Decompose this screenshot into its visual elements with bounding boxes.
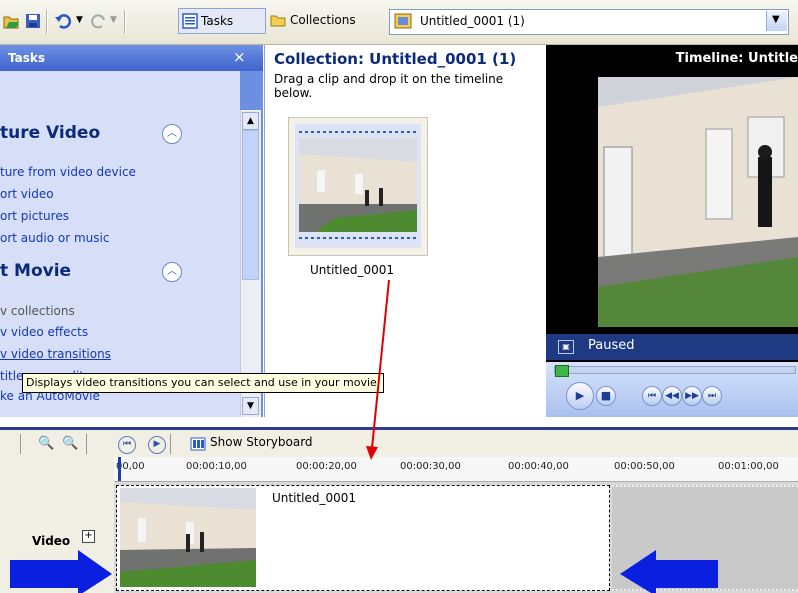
blue-arrow-left-marker: [10, 550, 112, 593]
annotation-overlay: [10, 279, 718, 593]
blue-arrow-right-marker: [620, 550, 718, 593]
red-drag-arrow: [366, 279, 390, 460]
